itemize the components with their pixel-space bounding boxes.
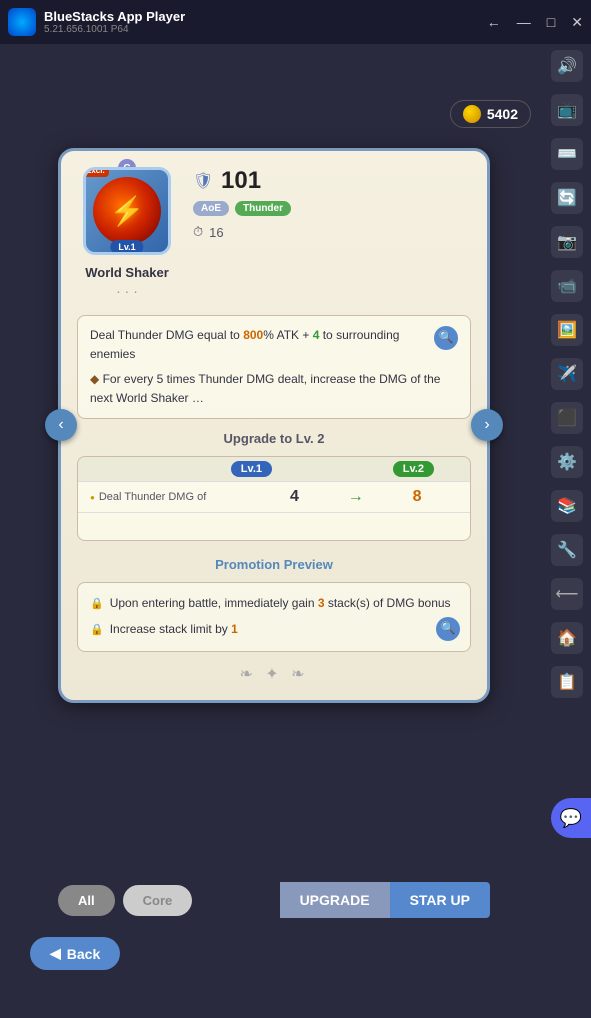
promo-magnify-btn[interactable]: 🔍 (436, 617, 460, 641)
upgrade-btn[interactable]: UPGRADE (280, 882, 390, 918)
volume-icon[interactable]: 🔊 (551, 50, 583, 82)
macrolab-icon[interactable]: 📚 (551, 490, 583, 522)
coin-display: 5402 (450, 100, 531, 128)
tools-icon[interactable]: 🔧 (551, 534, 583, 566)
lock-icon-1: 🔒 (90, 595, 104, 615)
upgrade-title: Upgrade to Lv. 2 (77, 431, 471, 446)
cooldown-value: 16 (209, 225, 223, 240)
skill-dots: · · · (77, 283, 177, 299)
gear-icon[interactable]: ⚙️ (551, 446, 583, 478)
maximize-btn[interactable]: □ (547, 14, 555, 30)
tab-all-btn[interactable]: All (58, 885, 115, 916)
promo-text1: Upon entering battle, immediately gain 3… (110, 593, 451, 615)
video-icon[interactable]: 📹 (551, 270, 583, 302)
skill-icon-frame: Excl. Lv.1 (83, 167, 171, 255)
skill-icon-art (93, 177, 161, 245)
coin-icon (463, 105, 481, 123)
skill-level-num: 101 (221, 167, 261, 195)
upgrade-header: Lv.1 Lv.2 (78, 457, 470, 481)
tag-aoe: AoE (193, 201, 229, 216)
excl-badge: Excl. (83, 167, 109, 177)
dot-icon: ● (90, 493, 95, 502)
lv1-badge: Lv.1 (231, 461, 272, 477)
lv-badge: Lv.1 (110, 240, 143, 254)
action-buttons: UPGRADE STAR UP (280, 882, 490, 918)
promo-row-2: 🔒 Increase stack limit by 1 (90, 619, 458, 641)
promo-box: 🔒 Upon entering battle, immediately gain… (77, 582, 471, 652)
lv2-badge: Lv.2 (393, 461, 434, 477)
list-icon[interactable]: 📋 (551, 666, 583, 698)
back-sidebar-icon[interactable]: ⟵ (551, 578, 583, 610)
app-version: 5.21.656.1001 P64 (44, 24, 185, 35)
promo-row-1: 🔒 Upon entering battle, immediately gain… (90, 593, 458, 615)
desc-highlight-atk: 800 (243, 328, 263, 342)
desc-magnify-btn[interactable]: 🔍 (434, 326, 458, 350)
back-arrow-icon: ◀ (50, 945, 61, 962)
skill-level-row: 🛡 101 (193, 167, 471, 195)
window-controls: ← — □ ✕ (487, 14, 583, 31)
nav-right-arrow[interactable]: › (471, 409, 503, 441)
desc-text2: % ATK + (263, 328, 312, 342)
upgrade-row: ● Deal Thunder DMG of 4 → 8 (78, 481, 470, 512)
upgrade-row-empty (78, 512, 470, 540)
layers-icon[interactable]: ⬛ (551, 402, 583, 434)
minimize-btn[interactable]: — (517, 14, 531, 30)
upgrade-table: Lv.1 Lv.2 ● Deal Thunder DMG of 4 → 8 (77, 456, 471, 541)
desc-text4: For every 5 times Thunder DMG dealt, inc… (90, 372, 440, 405)
starup-btn[interactable]: STAR UP (390, 882, 490, 918)
discord-btn[interactable]: 💬 (551, 798, 591, 838)
upgrade-val-to: 8 (376, 488, 458, 506)
desc-text1: Deal Thunder DMG equal to (90, 328, 243, 342)
close-btn[interactable]: ✕ (571, 14, 583, 31)
tag-thunder: Thunder (235, 201, 291, 216)
keyboard-icon[interactable]: ⌨️ (551, 138, 583, 170)
upgrade-val-from: 4 (254, 488, 336, 506)
home-icon[interactable]: 🏠 (551, 622, 583, 654)
upgrade-row-label: ● Deal Thunder DMG of (90, 491, 254, 503)
display-icon[interactable]: 📺 (551, 94, 583, 126)
promo-highlight2: 1 (231, 622, 238, 636)
skill-info: 🛡 101 AoE Thunder ⏱ 16 (193, 167, 471, 299)
bottom-bar: All Core UPGRADE STAR UP (58, 882, 490, 918)
card-bottom-decoration: ❧ ✦ ❧ (77, 664, 471, 684)
cooldown-row: ⏱ 16 (193, 224, 471, 240)
camera-icon[interactable]: 📷 (551, 226, 583, 258)
promo-title: Promotion Preview (77, 557, 471, 572)
nav-left-arrow[interactable]: ‹ (45, 409, 77, 441)
sidebar-right: 🔊 📺 ⌨️ 🔄 📷 📹 🖼️ ✈️ ⬛ ⚙️ 📚 🔧 ⟵ 🏠 📋 (551, 50, 583, 698)
lock-icon-2: 🔒 (90, 621, 104, 641)
description-box: 🔍 Deal Thunder DMG equal to 800% ATK + 4… (77, 315, 471, 420)
image-icon[interactable]: 🖼️ (551, 314, 583, 346)
promo-text2: Increase stack limit by 1 (110, 619, 238, 641)
clock-icon: ⏱ (193, 224, 203, 240)
lv1-header: Lv.1 (195, 457, 308, 481)
back-label: Back (67, 946, 100, 962)
tab-core-btn[interactable]: Core (123, 885, 193, 916)
app-logo (8, 8, 36, 36)
shield-icon: 🛡 (193, 171, 213, 191)
airplane-icon[interactable]: ✈️ (551, 358, 583, 390)
back-button[interactable]: ◀ Back (30, 937, 120, 970)
promo-highlight1: 3 (318, 596, 325, 610)
skill-card-panel: ‹ › C Excl. Lv.1 World Shaker · · · (58, 148, 490, 703)
coin-amount: 5402 (487, 106, 518, 122)
skill-name: World Shaker (77, 265, 177, 281)
app-title: BlueStacks App Player (44, 9, 185, 24)
diamond-icon: ◆ (90, 372, 103, 386)
skill-icon-box: C Excl. Lv.1 World Shaker · · · (77, 167, 177, 299)
lv2-header: Lv.2 (357, 457, 470, 481)
upgrade-arrow-icon: → (335, 488, 376, 506)
back-nav-btn[interactable]: ← (487, 14, 501, 30)
rotate-icon[interactable]: 🔄 (551, 182, 583, 214)
title-bar: BlueStacks App Player 5.21.656.1001 P64 … (0, 0, 591, 44)
card-header: C Excl. Lv.1 World Shaker · · · 🛡 101 Ao… (77, 167, 471, 299)
